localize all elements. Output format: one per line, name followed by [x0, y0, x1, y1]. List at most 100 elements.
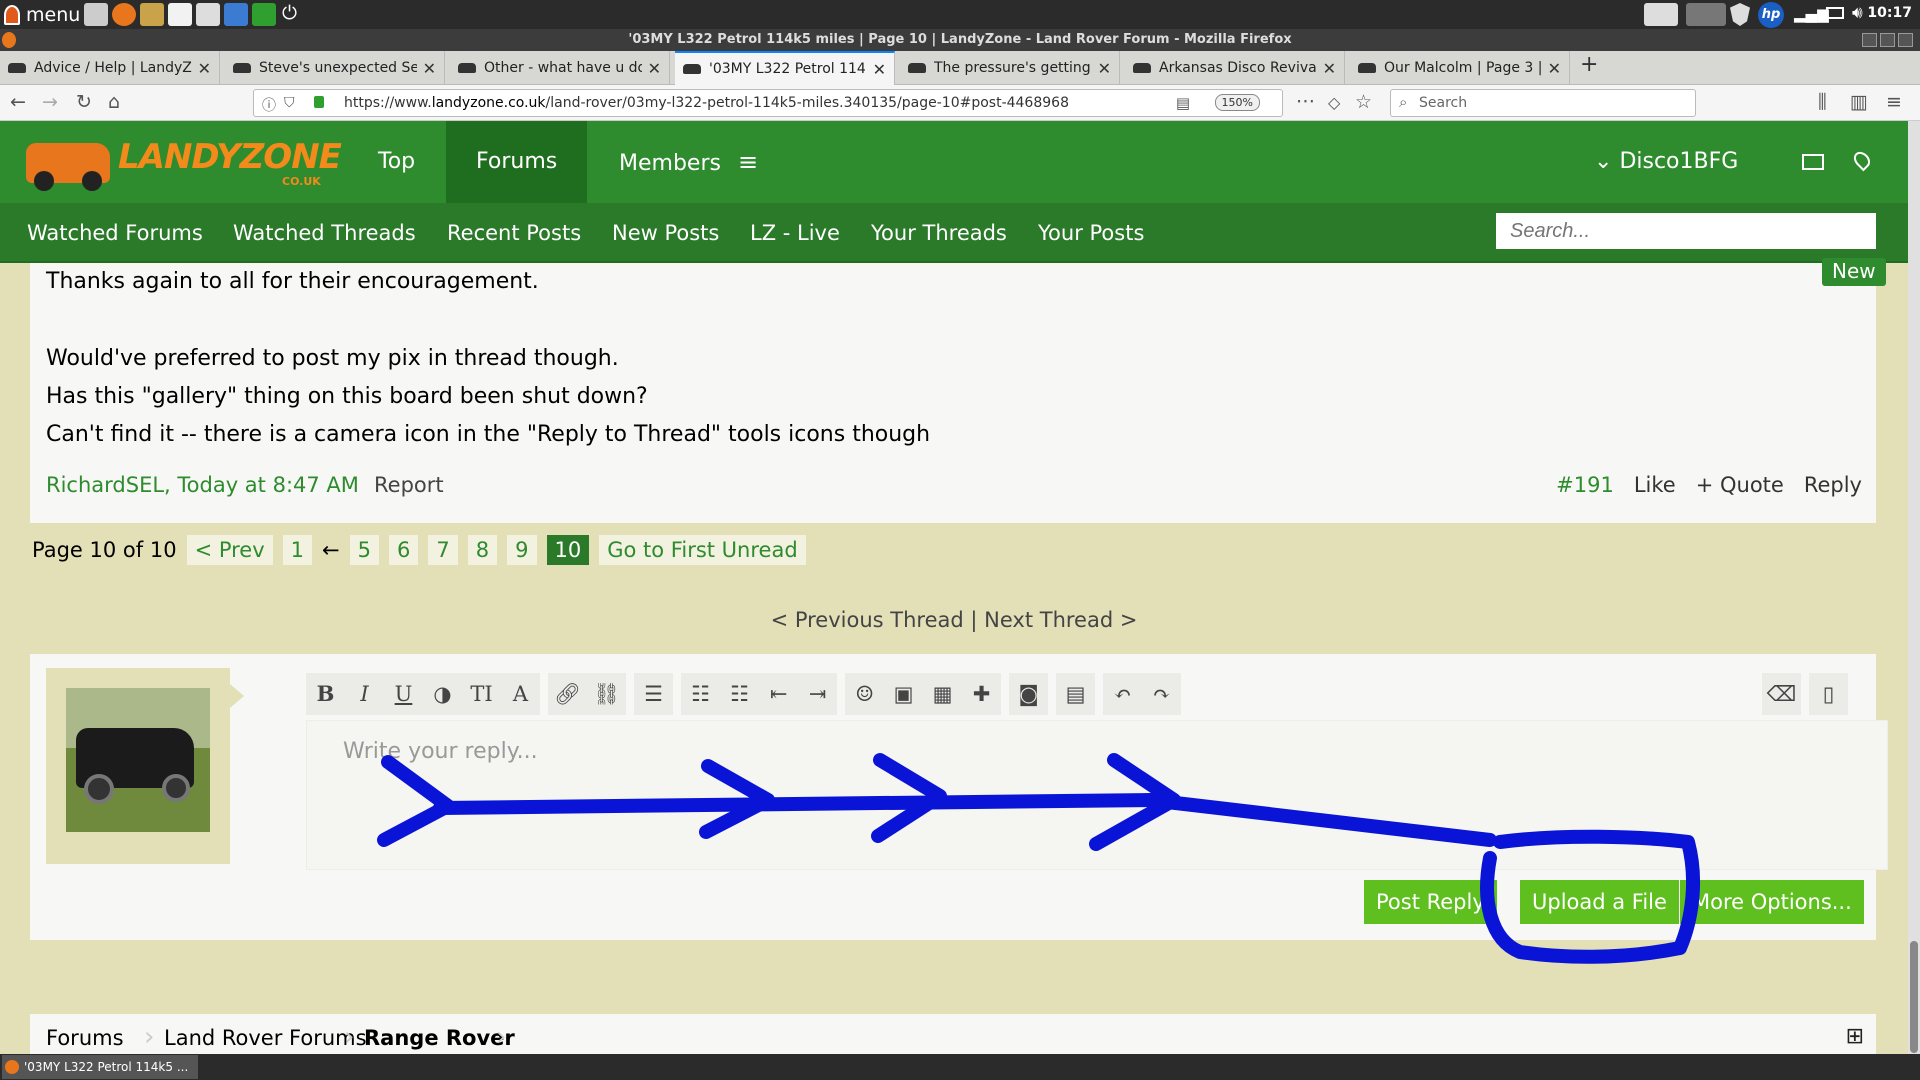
tab-close-icon[interactable]: ✕ — [198, 59, 211, 78]
back-icon[interactable]: ← — [10, 91, 26, 113]
redo-icon[interactable]: ↷ — [1142, 673, 1181, 715]
page-button-current[interactable]: 10 — [546, 535, 590, 565]
bookmark-star-icon[interactable]: ☆ — [1355, 91, 1372, 113]
page-button-7[interactable]: 7 — [428, 535, 458, 565]
page-button-8[interactable]: 8 — [467, 535, 498, 565]
user-menu[interactable]: ⌄ Disco1BFG — [1594, 121, 1738, 203]
hp-icon[interactable]: hp — [1758, 2, 1784, 28]
tab-arkansas[interactable]: Arkansas Disco Revival | ✕ — [1125, 51, 1345, 85]
envelope-icon[interactable] — [1802, 154, 1824, 170]
page-button-6[interactable]: 6 — [389, 535, 419, 565]
breadcrumb-range-rover[interactable]: Range Rover — [364, 1026, 515, 1050]
firefox-launcher-icon[interactable] — [112, 3, 136, 26]
subnav-new-posts[interactable]: New Posts — [612, 221, 719, 245]
bold-icon[interactable]: B — [306, 673, 345, 715]
subnav-your-threads[interactable]: Your Threads — [871, 221, 1007, 245]
show-desktop-icon[interactable] — [84, 3, 108, 26]
previous-thread-link[interactable]: < Previous Thread — [771, 608, 964, 632]
link-icon[interactable]: 🔗︎ — [548, 673, 587, 715]
library-icon[interactable]: ⫼ — [1818, 91, 1827, 113]
lock-icon[interactable] — [314, 96, 324, 108]
tab-pressure[interactable]: The pressure's getting to✕ — [900, 51, 1120, 85]
nav-forums[interactable]: Forums — [446, 121, 588, 203]
tab-close-icon[interactable]: ✕ — [648, 59, 661, 78]
tab-close-icon[interactable]: ✕ — [873, 60, 886, 79]
power-icon[interactable]: ⏻ — [282, 2, 297, 24]
avatar[interactable] — [66, 688, 210, 832]
taskbar-window-item[interactable]: '03MY L322 Petrol 114k5 ... — [2, 1055, 198, 1079]
numbered-list-icon[interactable]: ☷ — [720, 673, 759, 715]
home-icon[interactable]: ⌂ — [108, 91, 120, 113]
like-link[interactable]: Like — [1634, 473, 1676, 497]
font-family-icon[interactable]: A — [501, 673, 540, 715]
volume-icon[interactable]: 🔊︎ — [1852, 3, 1863, 23]
tab-our-malcolm[interactable]: Our Malcolm | Page 3 | La✕ — [1350, 51, 1570, 85]
reader-view-icon[interactable]: ▤ — [1176, 94, 1190, 112]
tab-other[interactable]: Other - what have u done✕ — [450, 51, 670, 85]
report-link[interactable]: Report — [374, 473, 444, 497]
maximize-icon[interactable] — [1880, 33, 1895, 47]
eraser-icon[interactable]: ⌫ — [1762, 673, 1801, 715]
italic-icon[interactable]: I — [345, 673, 384, 715]
gimp-launcher-icon[interactable] — [140, 3, 164, 26]
breadcrumb-forums[interactable]: Forums — [46, 1026, 124, 1050]
spreadsheet-launcher-icon[interactable] — [252, 3, 276, 26]
post-author-time[interactable]: RichardSEL, Today at 8:47 AM — [46, 473, 359, 497]
underline-icon[interactable]: U — [384, 673, 423, 715]
more-options-button[interactable]: More Options... — [1680, 880, 1864, 924]
align-icon[interactable]: ☰ — [634, 673, 673, 715]
info-icon[interactable]: ⓘ — [262, 95, 276, 115]
document-launcher-icon[interactable] — [224, 3, 248, 26]
workspace-switcher-1[interactable] — [1644, 3, 1678, 26]
text-editor-launcher-icon[interactable] — [168, 3, 192, 26]
new-tab-icon[interactable]: + — [1580, 52, 1598, 77]
sidebar-icon[interactable]: ▥ — [1850, 91, 1868, 113]
nav-top[interactable]: Top — [348, 121, 445, 203]
tracking-shield-icon[interactable]: ⛉ — [284, 95, 295, 111]
page-actions-icon[interactable]: ⋯ — [1296, 90, 1315, 112]
first-unread-button[interactable]: Go to First Unread — [599, 535, 806, 565]
unlink-icon[interactable]: ⛓ — [587, 673, 626, 715]
subnav-watched-forums[interactable]: Watched Forums — [27, 221, 203, 245]
reply-editor[interactable]: Write your reply... — [306, 720, 1888, 870]
hamburger-menu-icon[interactable]: ≡ — [1886, 91, 1902, 113]
reload-icon[interactable]: ↻ — [76, 91, 92, 113]
source-document-icon[interactable]: ▯ — [1809, 673, 1848, 715]
bullet-list-icon[interactable]: ☷ — [681, 673, 720, 715]
browser-search-input[interactable]: ⌕ Search — [1390, 89, 1696, 117]
sitemap-icon[interactable]: ⊞ — [1846, 1024, 1864, 1049]
indent-icon[interactable]: ⇥ — [798, 673, 837, 715]
url-bar[interactable]: ⓘ ⛉ https://www.landyzone.co.uk/land-rov… — [253, 89, 1283, 117]
post-reply-button[interactable]: Post Reply — [1364, 880, 1497, 924]
subnav-your-posts[interactable]: Your Posts — [1038, 221, 1144, 245]
workspace-switcher-2[interactable] — [1686, 3, 1726, 26]
nav-members[interactable]: Members ≡ — [589, 121, 788, 203]
calculator-launcher-icon[interactable] — [196, 3, 220, 26]
image-icon[interactable]: ▣ — [884, 673, 923, 715]
battery-icon[interactable] — [1826, 7, 1844, 19]
page-button-9[interactable]: 9 — [507, 535, 537, 565]
quote-link[interactable]: + Quote — [1696, 473, 1784, 497]
breadcrumb-land-rover-forums[interactable]: Land Rover Forums — [164, 1026, 367, 1050]
font-size-icon[interactable]: TI — [462, 673, 501, 715]
os-menu-button[interactable]: menu — [4, 2, 80, 27]
outdent-icon[interactable]: ⇤ — [759, 673, 798, 715]
site-search-input[interactable] — [1496, 213, 1876, 249]
signal-icon[interactable]: ▂▄▆ — [1794, 5, 1829, 23]
subnav-lz-live[interactable]: LZ - Live — [750, 221, 840, 245]
page-button-1[interactable]: 1 — [282, 535, 313, 565]
tab-current-thread[interactable]: '03MY L322 Petrol 114k5 ✕ — [675, 51, 895, 85]
prev-page-button[interactable]: < Prev — [186, 535, 273, 565]
undo-icon[interactable]: ↶ — [1103, 673, 1142, 715]
alerts-pin-icon[interactable] — [1850, 148, 1874, 172]
page-button-5[interactable]: 5 — [349, 535, 380, 565]
tab-close-icon[interactable]: ✕ — [423, 59, 436, 78]
media-icon[interactable]: ▦ — [923, 673, 962, 715]
smilie-icon[interactable]: ☺ — [845, 673, 884, 715]
subnav-recent-posts[interactable]: Recent Posts — [447, 221, 581, 245]
forward-icon[interactable]: → — [42, 91, 58, 113]
landyzone-logo[interactable]: LANDYZONE CO.UK — [26, 137, 342, 191]
tab-advice-help[interactable]: Advice / Help | LandyZone✕ — [0, 51, 220, 85]
pocket-icon[interactable]: ◇ — [1328, 93, 1340, 112]
subnav-watched-threads[interactable]: Watched Threads — [233, 221, 416, 245]
